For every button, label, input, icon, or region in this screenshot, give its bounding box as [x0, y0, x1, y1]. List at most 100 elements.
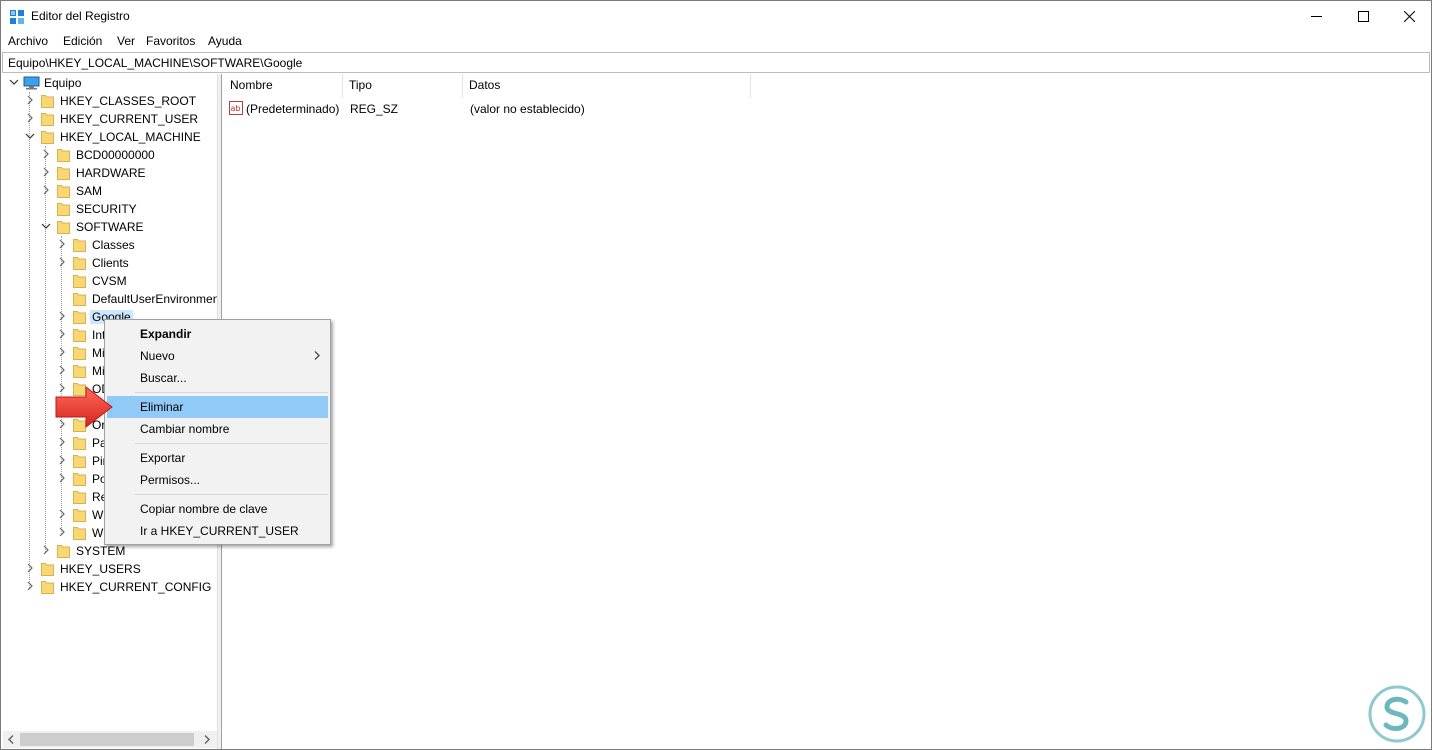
column-header-name[interactable]: Nombre	[230, 78, 273, 98]
tree-label: Mi	[92, 346, 105, 360]
title-bar[interactable]: Editor del Registro	[1, 1, 1431, 32]
menu-item-label: Buscar...	[140, 371, 187, 385]
folder-icon	[73, 437, 86, 450]
folder-icon	[41, 95, 54, 108]
chevron-right-icon[interactable]	[57, 437, 67, 447]
chevron-right-icon[interactable]	[25, 581, 35, 591]
menu-item-label: Exportar	[140, 451, 186, 465]
tree-item-clients[interactable]: Clients	[3, 254, 217, 272]
logo-icon	[1368, 685, 1426, 743]
chevron-right-icon[interactable]	[57, 455, 67, 465]
tree-label: CVSM	[92, 274, 127, 288]
folder-icon	[73, 365, 86, 378]
maximize-button[interactable]	[1340, 1, 1386, 32]
folder-icon	[73, 347, 86, 360]
menu-item-delete[interactable]: Eliminar	[107, 396, 328, 418]
menu-ayuda[interactable]: Ayuda	[208, 34, 242, 48]
table-row[interactable]: ab (Predeterminado) REG_SZ (valor no est…	[222, 100, 822, 118]
menu-item-label: Ir a HKEY_CURRENT_USER	[140, 524, 299, 538]
column-header-type[interactable]: Tipo	[349, 78, 372, 98]
tree-label: Mi	[92, 364, 105, 378]
address-bar[interactable]: Equipo\HKEY_LOCAL_MACHINE\SOFTWARE\Googl…	[2, 52, 1430, 73]
menu-edicion[interactable]: Edición	[63, 34, 102, 48]
menu-divider	[135, 392, 328, 393]
menu-bar: Archivo Edición Ver Favoritos Ayuda	[1, 32, 1431, 52]
chevron-right-icon[interactable]	[25, 95, 35, 105]
menu-item-copy-key-name[interactable]: Copiar nombre de clave	[107, 498, 328, 520]
chevron-right-icon[interactable]	[25, 113, 35, 123]
menu-item-label: Expandir	[140, 327, 192, 341]
tree-item-hkey-classes-root[interactable]: HKEY_CLASSES_ROOT	[3, 92, 217, 110]
folder-icon	[73, 293, 86, 306]
reg-sz-icon: ab	[229, 101, 243, 115]
tree-item-bcd[interactable]: BCD00000000	[3, 146, 217, 164]
chevron-right-icon[interactable]	[57, 311, 67, 321]
tree-item-sam[interactable]: SAM	[3, 182, 217, 200]
chevron-right-icon[interactable]	[41, 167, 51, 177]
menu-item-goto-hkcu[interactable]: Ir a HKEY_CURRENT_USER	[107, 520, 328, 542]
chevron-right-icon[interactable]	[41, 545, 51, 555]
menu-item-permissions[interactable]: Permisos...	[107, 469, 328, 491]
tree-horizontal-scrollbar[interactable]	[3, 731, 217, 748]
values-list: Nombre Tipo Datos ab (Predeterminado) RE…	[222, 74, 1430, 749]
minimize-button[interactable]	[1293, 1, 1339, 32]
tree-item-hardware[interactable]: HARDWARE	[3, 164, 217, 182]
value-name: (Predeterminado)	[246, 102, 340, 116]
close-icon	[1403, 11, 1415, 22]
folder-icon	[41, 563, 54, 576]
menu-archivo[interactable]: Archivo	[8, 34, 48, 48]
menu-item-rename[interactable]: Cambiar nombre	[107, 418, 328, 440]
tree-item-hkey-current-user[interactable]: HKEY_CURRENT_USER	[3, 110, 217, 128]
menu-item-export[interactable]: Exportar	[107, 447, 328, 469]
address-path[interactable]: Equipo\HKEY_LOCAL_MACHINE\SOFTWARE\Googl…	[8, 56, 302, 70]
tree-item-software[interactable]: SOFTWARE	[3, 218, 217, 236]
menu-item-label: Copiar nombre de clave	[140, 502, 268, 516]
chevron-right-icon[interactable]	[41, 149, 51, 159]
menu-divider	[135, 494, 328, 495]
menu-favoritos[interactable]: Favoritos	[146, 34, 195, 48]
tree-item-security[interactable]: SECURITY	[3, 200, 217, 218]
tree-item-cvsm[interactable]: CVSM	[3, 272, 217, 290]
close-button[interactable]	[1386, 1, 1432, 32]
folder-icon	[73, 527, 86, 540]
folder-icon	[73, 455, 86, 468]
menu-ver[interactable]: Ver	[117, 34, 135, 48]
regedit-icon	[10, 10, 24, 24]
tree-item-hkey-users[interactable]: HKEY_USERS	[3, 560, 217, 578]
chevron-right-icon[interactable]	[57, 257, 67, 267]
chevron-right-icon[interactable]	[57, 347, 67, 357]
chevron-down-icon[interactable]	[41, 221, 51, 231]
column-separator[interactable]	[462, 74, 463, 98]
tree-item-equipo[interactable]: Equipo	[3, 74, 217, 92]
scrollbar-thumb[interactable]	[20, 733, 194, 746]
chevron-right-icon[interactable]	[57, 509, 67, 519]
tree-item-defaultuserenvironment[interactable]: DefaultUserEnvironmen	[3, 290, 217, 308]
tree-label: HKEY_CURRENT_CONFIG	[60, 580, 212, 594]
regedit-window: Editor del Registro Archivo Edición Ver …	[0, 0, 1432, 750]
column-header-data[interactable]: Datos	[469, 78, 500, 98]
menu-item-find[interactable]: Buscar...	[107, 367, 328, 389]
menu-item-label: Cambiar nombre	[140, 422, 230, 436]
chevron-down-icon[interactable]	[9, 77, 19, 87]
column-separator[interactable]	[342, 74, 343, 98]
chevron-right-icon[interactable]	[57, 527, 67, 537]
menu-item-new[interactable]: Nuevo	[107, 345, 328, 367]
tree-label: BCD00000000	[76, 148, 155, 162]
chevron-down-icon[interactable]	[25, 131, 35, 141]
scroll-left-icon[interactable]	[7, 735, 15, 744]
chevron-right-icon[interactable]	[57, 473, 67, 483]
menu-item-expand[interactable]: Expandir	[107, 323, 328, 345]
red-arrow-icon	[55, 386, 113, 428]
chevron-right-icon[interactable]	[57, 365, 67, 375]
chevron-right-icon[interactable]	[41, 185, 51, 195]
tree-item-hkey-local-machine[interactable]: HKEY_LOCAL_MACHINE	[3, 128, 217, 146]
chevron-right-icon[interactable]	[25, 563, 35, 573]
tree-item-hkey-current-config[interactable]: HKEY_CURRENT_CONFIG	[3, 578, 217, 596]
folder-icon	[41, 131, 54, 144]
column-separator[interactable]	[750, 74, 751, 98]
chevron-right-icon[interactable]	[57, 329, 67, 339]
scroll-right-icon[interactable]	[203, 735, 211, 744]
menu-item-label: Nuevo	[140, 349, 175, 363]
chevron-right-icon[interactable]	[57, 239, 67, 249]
tree-item-classes[interactable]: Classes	[3, 236, 217, 254]
